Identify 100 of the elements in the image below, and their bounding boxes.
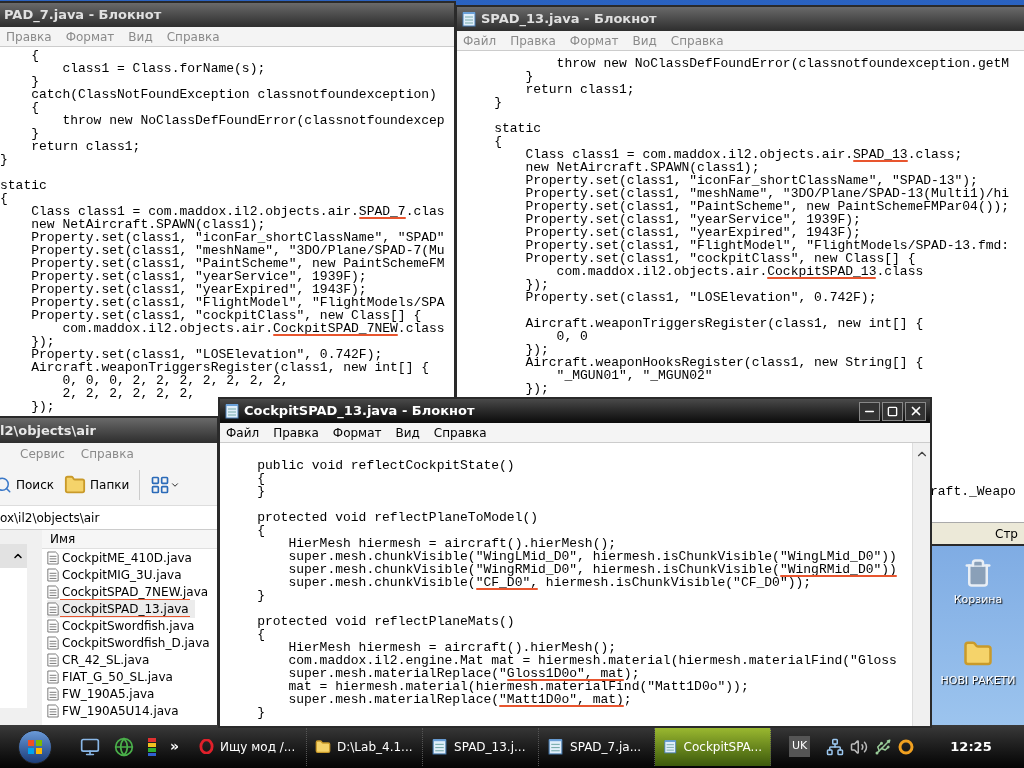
code-line: super.mesh.chunkVisible("WingRMid_D0", hiermesh.isChunkVisible("WingRMid_D0")): [287, 562, 897, 577]
code-line: super.mesh.chunkVisible("CF_D0", hiermesh.isChunkVisible("CF_D0"));: [287, 575, 812, 590]
code-line: });: [30, 399, 55, 414]
code-line: new NetAircraft.SPAWN(class1);: [524, 160, 760, 175]
maximize-button[interactable]: [882, 401, 903, 421]
views-button[interactable]: [150, 475, 181, 495]
network-icon[interactable]: [826, 737, 845, 756]
code-line: protected void reflectPlaneToModel(): [256, 510, 539, 525]
code-line: Property.set(class1, "PaintScheme", new PaintSchemeFMPar04());: [524, 199, 1010, 214]
folder-icon: [315, 738, 332, 755]
more-button[interactable]: »: [170, 736, 180, 757]
code-line: Property.set(class1, "LOSElevation", 0.742F);: [30, 347, 383, 362]
window-title: PAD_7.java - Блокнот: [4, 6, 162, 25]
code-line: Class class1 = com.maddox.il2.objects.air.SPAD_13.class;: [524, 147, 963, 162]
text-file-icon: [47, 567, 59, 582]
text-file-icon: [47, 652, 59, 667]
code-line: mat = hiermesh.material(hiermesh.materialFind("Matt1D0o"));: [287, 679, 749, 694]
notepad-icon: [663, 738, 678, 755]
code-line: }: [256, 588, 265, 603]
code-line: Aircraft.weaponTriggersRegister(class1, new int[] {: [30, 360, 430, 375]
menu-item[interactable]: Вид: [395, 423, 420, 442]
text-file-icon: [47, 618, 59, 633]
code-line: Property.set(class1, "meshName", "3DO/Plane/SPAD-13(Multi1)/hi: [524, 186, 1010, 201]
color-bars-icon[interactable]: [148, 737, 156, 756]
code-line: Property.set(class1, "yearExpired", 1943F);: [30, 282, 367, 297]
code-line: }: [256, 705, 265, 720]
window-title: SPAD_13.java - Блокнот: [481, 10, 657, 29]
code-line: Class class1 = com.maddox.il2.objects.air.SPAD_7.clas: [30, 204, 445, 219]
code-line: com.maddox.il2.objects.air.CockpitSPAD_7NEW.class: [62, 321, 445, 336]
caret-icon: [170, 480, 181, 490]
ring-icon: [199, 739, 215, 754]
monitor-icon[interactable]: [80, 736, 100, 757]
taskbar-button[interactable]: Ищу мод /...: [191, 727, 308, 766]
usb-icon[interactable]: [874, 737, 893, 756]
code-line: com.maddox.il2.engine.Mat mat = hiermesh.material(hiermesh.materialFind("Gloss: [287, 653, 897, 668]
start-button[interactable]: [18, 729, 52, 764]
code-line: }: [0, 152, 8, 167]
code-line: protected void reflectPlaneMats(): [256, 614, 515, 629]
status-text: Стр: [995, 525, 1018, 543]
code-line: 0, 0, 0, 2, 2, 2, 2, 2, 2, 2,: [62, 373, 289, 388]
code-line: {: [30, 100, 39, 115]
file-item[interactable]: FW_190A5U14.java: [47, 701, 185, 720]
code-line: Property.set(class1, "yearService", 1939F);: [30, 269, 367, 284]
pane-header[interactable]: [0, 544, 27, 568]
code-line: });: [524, 277, 549, 292]
scrollbar[interactable]: [912, 443, 930, 726]
code-line: public void reflectCockpitState(): [256, 458, 515, 473]
code-line: {: [256, 523, 265, 538]
code-line: static: [493, 121, 541, 136]
menu-item[interactable]: Файл: [226, 423, 260, 442]
code-line: Property.set(class1, "FlightModel", "FlightModels/SPA: [30, 295, 445, 310]
ring-icon[interactable]: [898, 738, 915, 755]
code-line: throw new NoClassDefFoundError(classnotfoundexcep: [61, 113, 445, 128]
taskbar-button[interactable]: CockpitSPA...: [655, 727, 772, 766]
file-item[interactable]: CockpitME_410D.java: [47, 548, 198, 567]
code-line: Property.set(class1, "cockpitClass", new Class[] {: [524, 251, 916, 266]
folders-button[interactable]: Папки: [64, 474, 130, 496]
window-title: CockpitSPAD_13.java - Блокнот: [244, 402, 475, 421]
file-item[interactable]: CockpitSPAD_7NEW.java: [47, 582, 215, 601]
volume-icon[interactable]: [850, 737, 869, 756]
file-item[interactable]: CR_42_SL.java: [47, 650, 156, 669]
text-file-icon: [47, 635, 59, 650]
code-line: Property.set(class1, "meshName", "3DO/Plane/SPAD-7(Mu: [30, 243, 445, 258]
taskbar-button[interactable]: SPAD_13.j...: [423, 727, 540, 766]
menu-item[interactable]: Формат: [332, 423, 382, 442]
code-line: }: [256, 484, 265, 499]
code-line: raft._Weapo: [930, 484, 1016, 499]
code-line: {: [256, 627, 265, 642]
views-icon: [150, 475, 171, 495]
code-line: {: [256, 471, 265, 486]
file-item[interactable]: FIAT_G_50_SL.java: [47, 667, 179, 686]
taskbar-button[interactable]: D:\Lab_4.1...: [307, 727, 424, 766]
code-line: });: [524, 381, 549, 396]
code-line: throw new NoClassDefFoundError(classnotfoundexception.getM: [555, 56, 1010, 71]
code-line: Property.set(class1, "cockpitClass", new Class[] {: [30, 308, 422, 323]
code-line: HierMesh hiermesh = aircraft().hierMesh();: [287, 640, 617, 655]
code-line: Property.set(class1, "PaintScheme", new PaintSchemeFM: [30, 256, 445, 271]
text-file-icon: [47, 584, 59, 599]
menu-item[interactable]: Справка: [433, 423, 487, 442]
file-item[interactable]: CockpitSwordfish_D.java: [47, 633, 216, 652]
code-line: Property.set(class1, "yearExpired", 1943F);: [524, 225, 861, 240]
clock: 12:25: [950, 737, 992, 756]
file-item[interactable]: CockpitSwordfish.java: [47, 616, 201, 635]
code-line: }: [30, 74, 39, 89]
folder-icon: [64, 474, 86, 496]
code-line: class1 = Class.forName(s);: [61, 61, 266, 76]
language-indicator[interactable]: UK: [789, 736, 811, 757]
column-header[interactable]: Имя: [42, 530, 217, 549]
file-item[interactable]: CockpitSPAD_13.java: [47, 599, 195, 618]
file-item[interactable]: FW_190A5.java: [47, 684, 161, 703]
text-file-icon: [47, 550, 59, 565]
minimize-button[interactable]: [859, 401, 880, 421]
code-line: });: [524, 342, 549, 357]
menu-item[interactable]: Правка: [273, 423, 319, 442]
code-line: }: [30, 126, 39, 141]
close-button[interactable]: [905, 401, 926, 421]
search-button[interactable]: Поиск: [0, 476, 54, 494]
file-item[interactable]: CockpitMIG_3U.java: [47, 565, 188, 584]
code-line: {: [493, 134, 502, 149]
globe-icon[interactable]: [114, 736, 134, 757]
